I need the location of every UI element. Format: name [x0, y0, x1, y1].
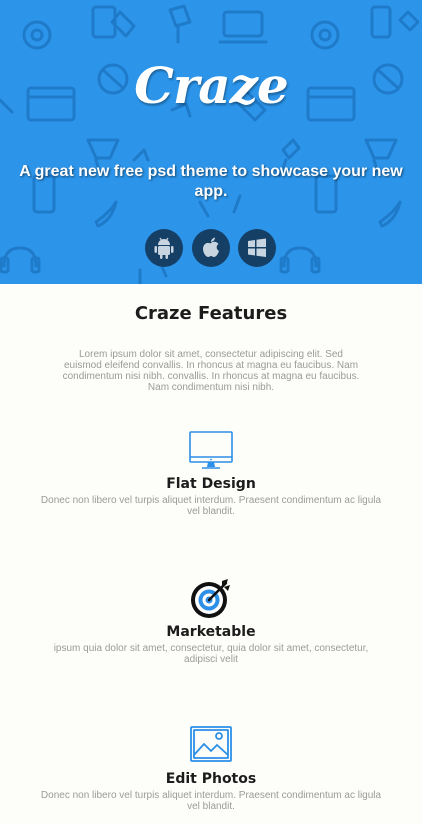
- apple-button[interactable]: [192, 229, 230, 267]
- hero-tagline: A great new free psd theme to showcase y…: [19, 163, 403, 200]
- platform-buttons: [145, 229, 279, 267]
- feature-title: Marketable: [166, 624, 256, 640]
- feature-description: Donec non libero vel turpis aliquet inte…: [40, 495, 382, 517]
- hero-banner: Craze A great new free psd theme to show…: [0, 0, 422, 284]
- android-icon: [154, 237, 174, 259]
- app-logo: Craze: [134, 56, 289, 115]
- windows-icon: [248, 238, 266, 257]
- image-icon: [190, 726, 232, 762]
- features-heading: Craze Features: [134, 303, 288, 324]
- feature-title: Edit Photos: [165, 771, 257, 787]
- features-intro-text: Lorem ipsum dolor sit amet, consectetur …: [62, 349, 360, 393]
- target-icon: [191, 579, 230, 618]
- monitor-icon: [189, 431, 233, 469]
- feature-description: Donec non libero vel turpis aliquet inte…: [40, 790, 382, 812]
- feature-title: Flat Design: [166, 476, 256, 492]
- android-button[interactable]: [145, 229, 183, 267]
- apple-icon: [203, 237, 219, 257]
- windows-button[interactable]: [238, 229, 276, 267]
- feature-description: ipsum quia dolor sit amet, consectetur, …: [53, 643, 369, 665]
